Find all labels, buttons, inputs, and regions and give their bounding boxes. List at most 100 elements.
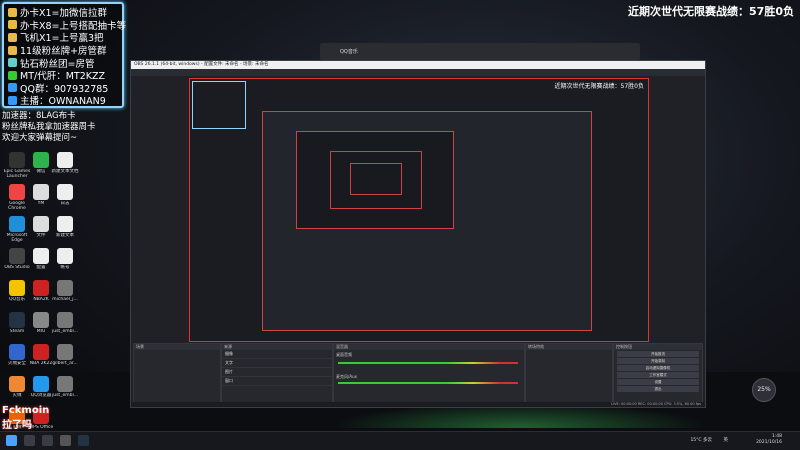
watermark-text: Fckmoin	[2, 405, 50, 416]
app-icon	[33, 280, 49, 296]
clock[interactable]: 1:48 2021/10/16	[756, 434, 782, 446]
app-icon	[33, 344, 49, 360]
overlay-bullet-icon	[8, 58, 17, 68]
record-text: 近期次世代无限赛战绩：57胜0负	[628, 5, 794, 18]
app-icon	[33, 312, 49, 328]
obs-statusbar: LIVE: 00:00:00 REC: 00:00:00 CPU: 3.5%, …	[131, 402, 705, 407]
desktop-icon-label: just_embl...	[51, 329, 78, 334]
control-button[interactable]: 退出	[617, 386, 699, 392]
qq-music-title: QQ音乐	[340, 49, 358, 55]
desktop-icon-label: 日志	[60, 201, 70, 206]
transitions-dock[interactable]: 转场特效	[525, 343, 613, 403]
overlay-line: 办卡X8=上号搭配抽卡等	[8, 19, 126, 32]
taskbar: 15°C 多云 英 1:48 2021/10/16	[0, 431, 800, 450]
mixer-track-2: 麦克风/Aux	[336, 374, 357, 379]
clock-date: 2021/10/16	[756, 440, 782, 445]
source-item[interactable]: 摄像	[222, 350, 332, 359]
source-item[interactable]: 窗口	[222, 377, 332, 386]
scenes-dock[interactable]: 场景	[133, 343, 221, 403]
ime-indicator[interactable]: 英	[724, 437, 729, 443]
floating-ball[interactable]: 25%	[752, 378, 776, 402]
desktop-icon-label: 帐号	[60, 265, 70, 270]
overlay-bullet-icon	[8, 95, 17, 105]
app-icon	[57, 376, 73, 392]
overlay-bullet-icon	[8, 70, 17, 80]
overlay-line: 主播：OWNANAN9	[8, 94, 118, 107]
overlay-line: 办卡X1=加微信拉群	[8, 6, 118, 19]
app-icon	[33, 216, 49, 232]
control-button[interactable]: 开始录制	[617, 358, 699, 364]
obs-titlebar[interactable]: OBS 26.1.1 (64-bit, windows) - 配置文件: 未命名…	[131, 61, 705, 69]
control-button[interactable]: 开始推流	[617, 351, 699, 357]
app-icon	[9, 216, 25, 232]
desktop-icon[interactable]: just_embl...	[50, 376, 80, 403]
obs-menubar[interactable]	[131, 69, 705, 76]
meter-2	[338, 382, 518, 384]
app-icon	[57, 152, 73, 168]
desktop-icon-label: gilbert_ar...	[52, 361, 78, 366]
desktop-icon[interactable]: 帐号	[50, 248, 80, 275]
preview-record-text: 近期次世代无限赛战绩：57胜0负	[554, 83, 644, 90]
overlay-line-text: 主播：OWNANAN9	[20, 96, 106, 108]
source-item[interactable]: 文字	[222, 359, 332, 368]
mixer-track-1: 桌面音频	[336, 352, 352, 357]
overlay-line: QQ群：907932785	[8, 82, 118, 95]
control-button[interactable]: 工作室模式	[617, 372, 699, 378]
watermark: Fckmoin 拉了吗	[2, 405, 49, 431]
app-icon	[33, 184, 49, 200]
desktop-icon[interactable]: michael_j...	[50, 280, 80, 307]
overlay-bullet-icon	[8, 7, 17, 17]
app-icon	[33, 376, 49, 392]
overlay-line: MT/代肝：MT2KZZ	[8, 69, 118, 82]
obs-preview[interactable]: 近期次世代无限赛战绩：57胜0负	[189, 78, 649, 342]
desktop-icon[interactable]: 新建文本	[50, 216, 80, 243]
app-icon	[33, 152, 49, 168]
sources-dock[interactable]: 来源 摄像 文字 图片 窗口	[221, 343, 333, 403]
stream-overlay: 办卡X1=加微信拉群 办卡X8=上号搭配抽卡等 飞机X1=上号赢3把 11级粉丝牌+房…	[2, 2, 126, 108]
app-icon	[57, 344, 73, 360]
app-icon	[57, 312, 73, 328]
overlay-bullet-icon	[8, 83, 17, 93]
control-button[interactable]: 设置	[617, 379, 699, 385]
app-icon	[9, 312, 25, 328]
controls-dock[interactable]: 控制按钮 开始推流 开始录制 启动虚拟摄像机 工作室模式 设置 退出	[613, 343, 703, 403]
app-icon	[57, 184, 73, 200]
control-button[interactable]: 启动虚拟摄像机	[617, 365, 699, 371]
desktop-icon[interactable]: 日志	[50, 184, 80, 211]
obs-window[interactable]: OBS 26.1.1 (64-bit, windows) - 配置文件: 未命名…	[130, 60, 706, 408]
search-icon[interactable]	[24, 435, 35, 446]
controls-dock-header: 控制按钮	[614, 344, 702, 350]
preview-overlay	[192, 81, 246, 129]
desktop-icon[interactable]: just_embl...	[50, 312, 80, 339]
mixer-dock[interactable]: 混音器 桌面音频 麦克风/Aux	[333, 343, 525, 403]
app-icon	[9, 152, 25, 168]
overlay-line: 11级粉丝牌+房管群	[8, 44, 118, 57]
app-icon	[9, 344, 25, 360]
overlay-line: 钻石粉丝团=房管	[8, 56, 118, 70]
source-item[interactable]: 图片	[222, 368, 332, 377]
app-icon	[9, 280, 25, 296]
start-icon[interactable]	[6, 435, 17, 446]
scenes-dock-header: 场景	[134, 344, 220, 350]
desktop-icon[interactable]: 新建文本文档	[50, 152, 80, 179]
overlay-bullet-icon	[8, 32, 17, 42]
task-view-icon[interactable]	[42, 435, 53, 446]
stream-note: 加速器：8LAG布卡 粉丝牌私我拿加速器周卡 欢迎大家弹幕提问~	[2, 111, 96, 144]
desktop-icon-label: 新建文本文档	[51, 169, 79, 174]
watermark-text: 拉了吗	[2, 420, 32, 431]
desktop-icon[interactable]: gilbert_ar...	[50, 344, 80, 371]
weather-text[interactable]: 15°C 多云	[690, 437, 712, 443]
overlay-bullet-icon	[8, 45, 17, 55]
desktop-icon-label: michael_j...	[52, 297, 78, 302]
note-line-3: 欢迎大家弹幕提问~	[2, 133, 78, 143]
app-icon	[57, 216, 73, 232]
qq-music-window[interactable]: QQ音乐	[320, 43, 640, 60]
transitions-dock-header: 转场特效	[526, 344, 612, 350]
app-icon	[33, 248, 49, 264]
app-icon	[9, 248, 25, 264]
obs-taskbar-icon[interactable]	[60, 435, 71, 446]
meter-1	[338, 362, 518, 364]
desktop-icon-label: just_embl...	[51, 393, 78, 398]
note-line-1: 加速器：8LAG布卡	[2, 111, 76, 121]
steam-taskbar-icon[interactable]	[78, 435, 89, 446]
